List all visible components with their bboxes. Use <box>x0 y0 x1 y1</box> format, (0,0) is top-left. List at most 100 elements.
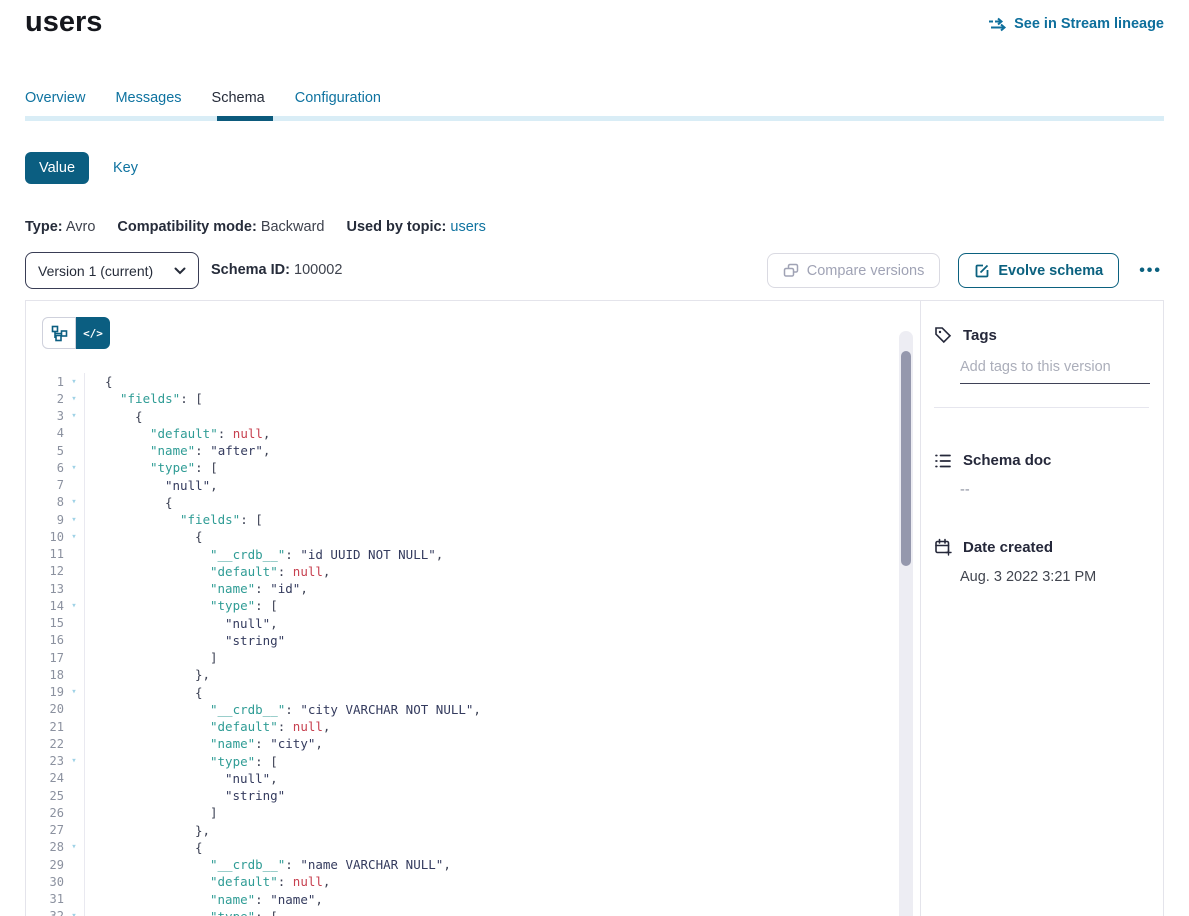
code-line: 12 "default": null, <box>26 563 902 580</box>
code-text: "fields": [ <box>84 512 263 527</box>
evolve-schema-button[interactable]: Evolve schema <box>958 253 1119 288</box>
tab-underline-track <box>25 116 1164 121</box>
fold-arrow-icon[interactable]: ▾ <box>64 911 84 916</box>
tab-messages[interactable]: Messages <box>115 90 181 106</box>
schema-id-label: Schema ID: <box>211 262 290 278</box>
compare-versions-button[interactable]: Compare versions <box>767 253 941 288</box>
version-select-value: Version 1 (current) <box>38 263 153 279</box>
code-line: 5 "name": "after", <box>26 442 902 459</box>
code-text: "name": "city", <box>84 736 323 751</box>
code-line: 31"name": "name", <box>26 891 902 908</box>
line-number: 2 <box>26 392 64 406</box>
code-line: 19▾{ <box>26 684 902 701</box>
code-line: 32▾"type": [ <box>26 908 902 916</box>
topic-link[interactable]: users <box>450 219 485 235</box>
tags-title: Tags <box>963 327 997 344</box>
line-number: 7 <box>26 478 64 492</box>
code-line: 13"name": "id", <box>26 580 902 597</box>
line-number: 24 <box>26 771 64 785</box>
fold-arrow-icon[interactable]: ▾ <box>64 601 84 611</box>
add-tags-input[interactable] <box>960 359 1150 384</box>
fold-arrow-icon[interactable]: ▾ <box>64 687 84 697</box>
line-number: 18 <box>26 668 64 682</box>
code-text: "default": null, <box>84 719 330 734</box>
line-number: 1 <box>26 375 64 389</box>
gutter-separator <box>84 373 85 916</box>
code-line: 29"__crdb__": "name VARCHAR NULL", <box>26 856 902 873</box>
code-text: "null", <box>84 616 278 631</box>
code-text: "__crdb__": "name VARCHAR NULL", <box>84 857 451 872</box>
line-number: 4 <box>26 426 64 440</box>
stream-lineage-icon <box>988 17 1007 32</box>
code-line: 1▾{ <box>26 373 902 390</box>
topic-tabs: Overview Messages Schema Configuration <box>25 90 381 106</box>
fold-arrow-icon[interactable]: ▾ <box>64 497 84 507</box>
editor-scrollbar-thumb[interactable] <box>901 351 911 566</box>
line-number: 5 <box>26 444 64 458</box>
code-text: "default": null, <box>84 564 330 579</box>
date-created-section-header: Date created <box>920 538 1163 556</box>
fold-arrow-icon[interactable]: ▾ <box>64 532 84 542</box>
tab-configuration[interactable]: Configuration <box>295 90 381 106</box>
fold-arrow-icon[interactable]: ▾ <box>64 463 84 473</box>
code-text: "name": "after", <box>84 443 270 458</box>
code-text: "default": null, <box>84 874 330 889</box>
code-line: 27}, <box>26 822 902 839</box>
code-text: }, <box>84 667 210 682</box>
code-text: "fields": [ <box>84 391 203 406</box>
code-line: 23▾"type": [ <box>26 753 902 770</box>
fold-arrow-icon[interactable]: ▾ <box>64 842 84 852</box>
used-by-topic-label: Used by topic: <box>346 219 446 235</box>
line-number: 12 <box>26 564 64 578</box>
code-lines: 1▾{2▾"fields": [3▾{4"default": null,5"na… <box>26 373 902 916</box>
line-number: 23 <box>26 754 64 768</box>
code-text: { <box>84 529 203 544</box>
tree-view-button[interactable] <box>42 317 76 349</box>
line-number: 10 <box>26 530 64 544</box>
code-line: 26] <box>26 804 902 821</box>
line-number: 31 <box>26 892 64 906</box>
code-text: { <box>84 495 173 510</box>
line-number: 32 <box>26 909 64 916</box>
line-number: 6 <box>26 461 64 475</box>
compatibility-label: Compatibility mode: <box>117 219 256 235</box>
code-line: 20"__crdb__": "city VARCHAR NOT NULL", <box>26 701 902 718</box>
code-line: 6▾"type": [ <box>26 459 902 476</box>
code-line: 28▾{ <box>26 839 902 856</box>
line-number: 25 <box>26 789 64 803</box>
key-toggle-button[interactable]: Key <box>113 160 138 176</box>
fold-arrow-icon[interactable]: ▾ <box>64 377 84 387</box>
stream-lineage-link[interactable]: See in Stream lineage <box>988 16 1164 32</box>
tag-icon <box>934 326 952 344</box>
code-line: 11"__crdb__": "id UUID NOT NULL", <box>26 546 902 563</box>
tab-schema[interactable]: Schema <box>212 90 265 106</box>
used-by-topic-field: Used by topic: users <box>346 219 485 235</box>
code-view-icon: </> <box>83 327 103 340</box>
fold-arrow-icon[interactable]: ▾ <box>64 756 84 766</box>
line-number: 27 <box>26 823 64 837</box>
schema-doc-value: -- <box>960 482 1163 498</box>
code-text: { <box>84 685 203 700</box>
code-line: 15"null", <box>26 615 902 632</box>
compare-versions-label: Compare versions <box>807 263 925 279</box>
editor-scrollbar[interactable] <box>899 331 913 916</box>
code-line: 8▾{ <box>26 494 902 511</box>
fold-arrow-icon[interactable]: ▾ <box>64 411 84 421</box>
value-toggle-button[interactable]: Value <box>25 152 89 184</box>
fold-arrow-icon[interactable]: ▾ <box>64 515 84 525</box>
more-actions-button[interactable]: ••• <box>1137 262 1164 280</box>
line-number: 26 <box>26 806 64 820</box>
code-line: 21"default": null, <box>26 718 902 735</box>
code-view-button[interactable]: </> <box>76 317 110 349</box>
code-text: ] <box>84 805 218 820</box>
date-created-value: Aug. 3 2022 3:21 PM <box>960 569 1163 585</box>
schema-id-field: Schema ID: 100002 <box>211 252 342 289</box>
tab-overview[interactable]: Overview <box>25 90 85 106</box>
code-line: 10▾{ <box>26 528 902 545</box>
code-line: 16"string" <box>26 632 902 649</box>
version-select[interactable]: Version 1 (current) <box>25 252 199 289</box>
fold-arrow-icon[interactable]: ▾ <box>64 394 84 404</box>
tree-view-icon <box>51 325 68 342</box>
value-key-toggle: Value Key <box>25 152 138 184</box>
code-text: "type": [ <box>84 754 278 769</box>
